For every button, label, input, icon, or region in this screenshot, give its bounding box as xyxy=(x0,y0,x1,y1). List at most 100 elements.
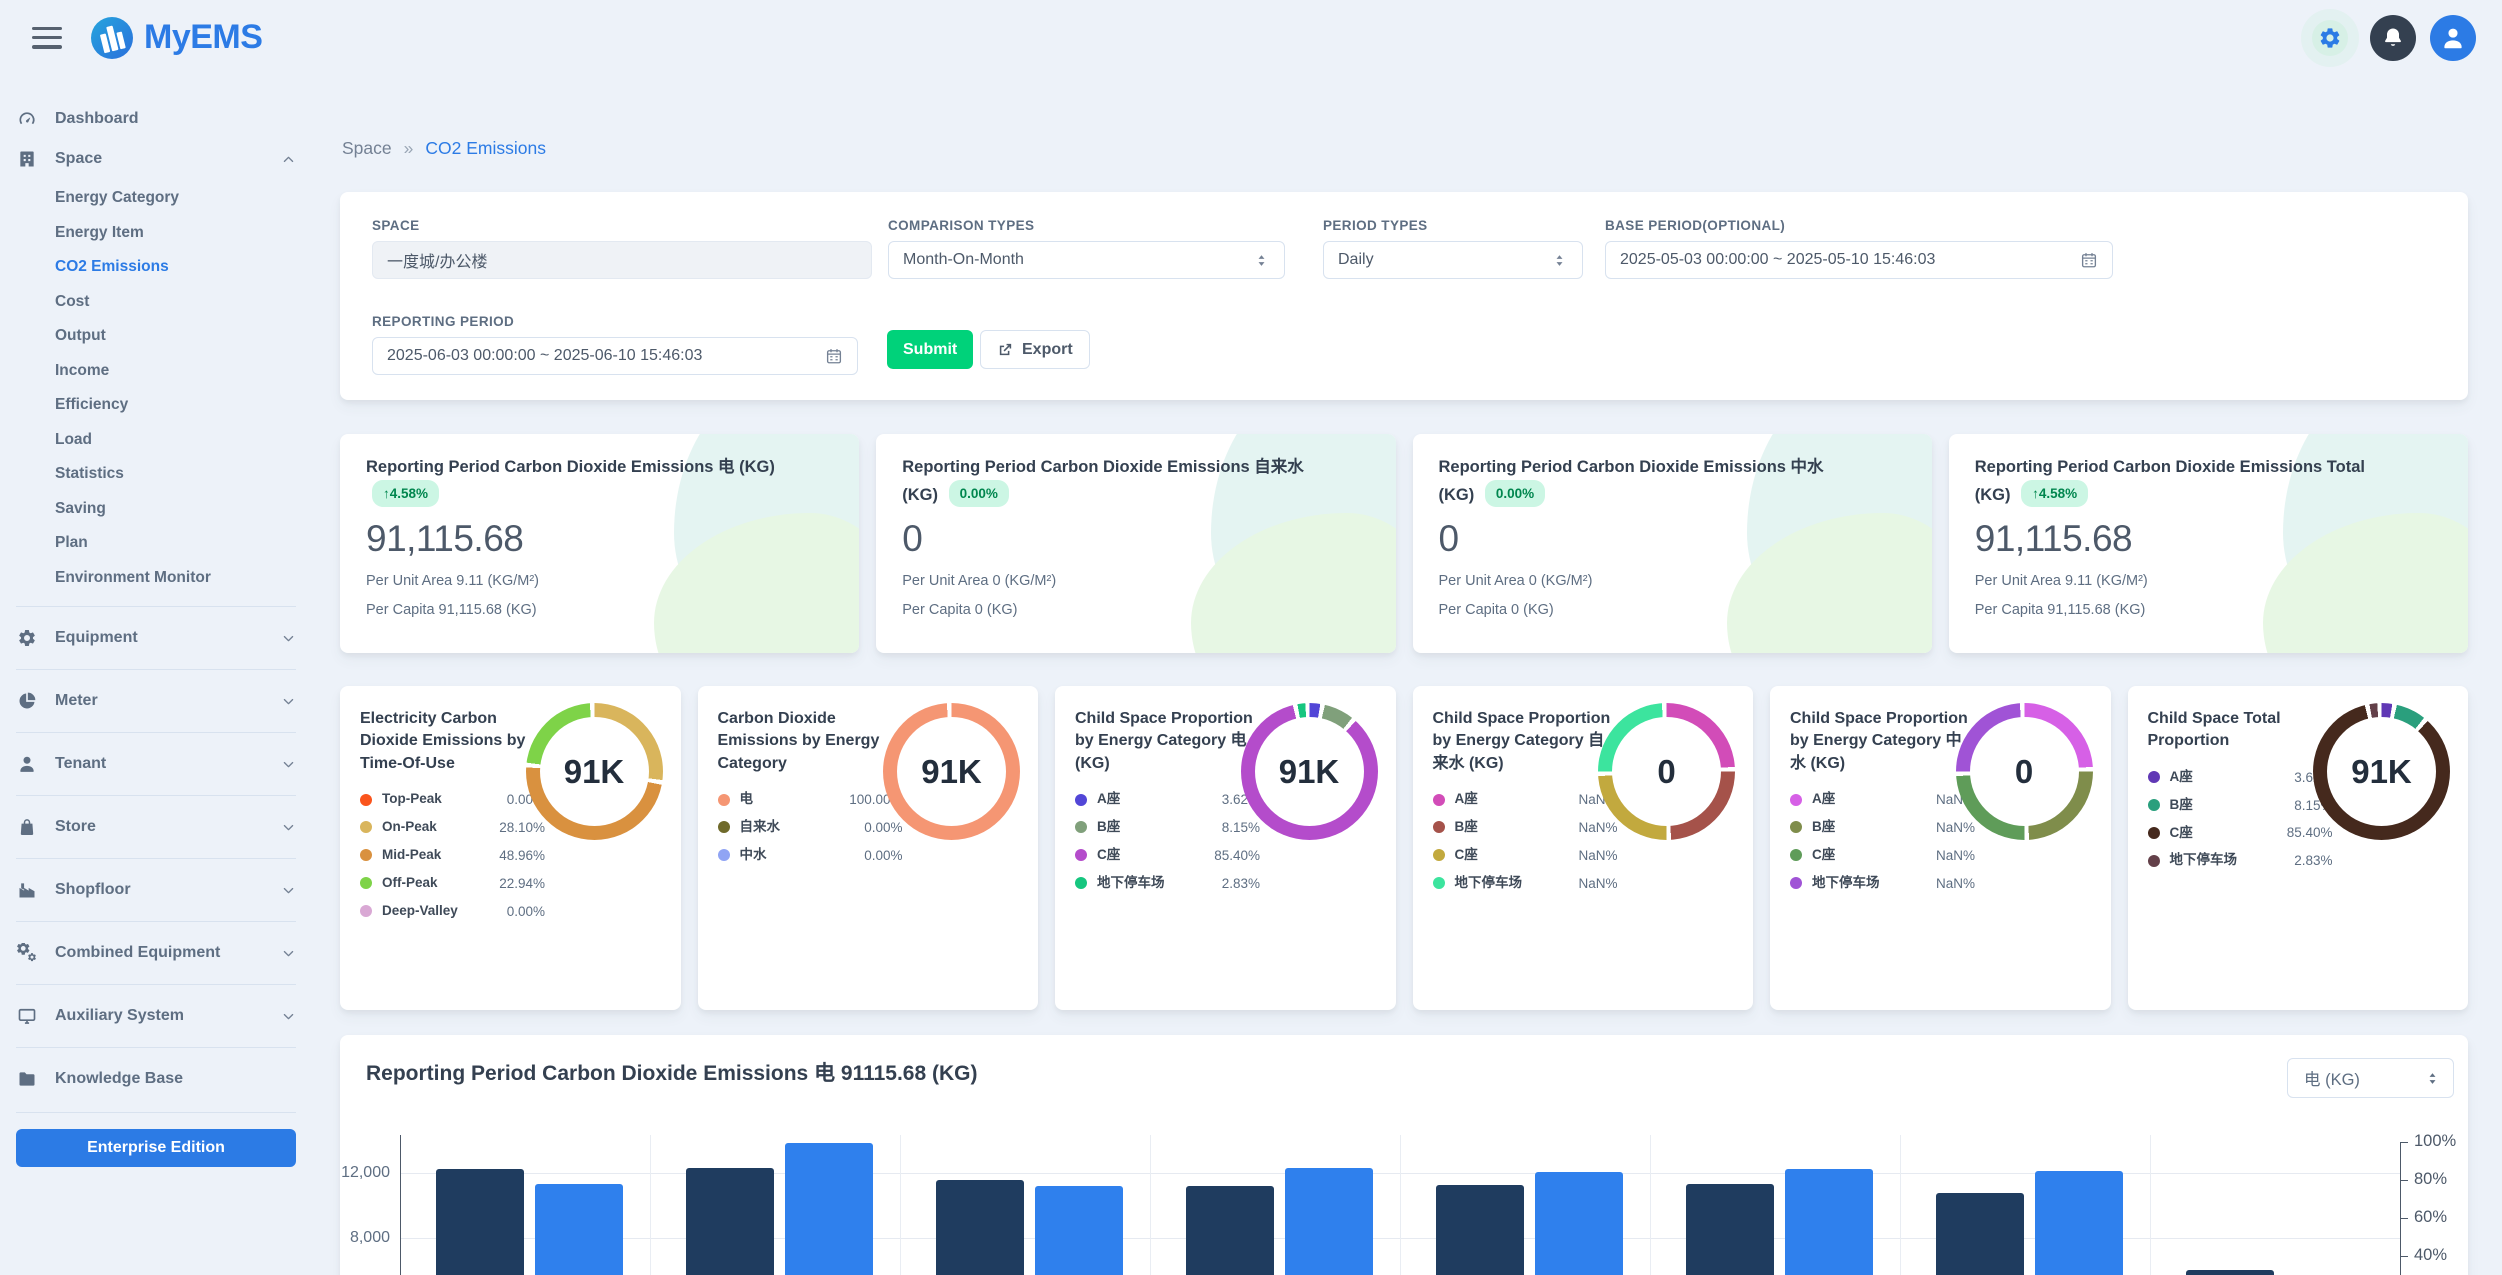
sidebar-item-saving[interactable]: Saving xyxy=(55,492,296,527)
calendar-icon xyxy=(2080,251,2098,269)
sidebar-item-energy-item[interactable]: Energy Item xyxy=(55,216,296,251)
notifications-bell-icon[interactable] xyxy=(2370,15,2416,61)
settings-gear-icon[interactable] xyxy=(2312,20,2348,56)
legend-item: C座85.40% xyxy=(2148,825,2333,842)
sidebar-item-shopfloor[interactable]: Shopfloor xyxy=(16,870,296,910)
base-period-label: BASE PERIOD(OPTIONAL) xyxy=(1605,218,2113,233)
donut-card-2: Carbon Dioxide Emissions by Energy Categ… xyxy=(698,686,1039,1010)
sidebar-item-label: Knowledge Base xyxy=(55,1070,183,1088)
sidebar-item-environment-monitor[interactable]: Environment Monitor xyxy=(55,561,296,596)
brand-logo[interactable]: MyEMS xyxy=(90,16,262,60)
sidebar-item-label: Space xyxy=(55,150,102,168)
sidebar-item-tenant[interactable]: Tenant xyxy=(16,744,296,784)
sidebar-section-combined-equipment: Combined Equipment xyxy=(16,921,296,973)
breadcrumb: Space » CO2 Emissions xyxy=(342,138,546,159)
sidebar-item-meter[interactable]: Meter xyxy=(16,681,296,721)
legend-label: C座 xyxy=(2170,825,2256,842)
reporting-period-input[interactable]: 2025-06-03 00:00:00 ~ 2025-06-10 15:46:0… xyxy=(372,337,858,375)
sidebar-item-output[interactable]: Output xyxy=(55,319,296,354)
bar-series-dark-navy xyxy=(936,1180,1024,1275)
sidebar-item-efficiency[interactable]: Efficiency xyxy=(55,388,296,423)
legend-item: C座85.40% xyxy=(1075,847,1260,864)
bar-group-1 xyxy=(400,1135,650,1275)
donut-ring: 0 xyxy=(1598,703,1735,840)
bar-series-dark-navy xyxy=(436,1169,524,1275)
legend-dot xyxy=(360,821,372,833)
legend-value: 22.94% xyxy=(499,876,545,891)
energy-unit-select[interactable]: 电 (KG) xyxy=(2287,1058,2454,1098)
sidebar-item-knowledge-base[interactable]: Knowledge Base xyxy=(16,1059,296,1099)
legend-dot xyxy=(718,821,730,833)
space-input[interactable]: 一度城/办公楼 xyxy=(372,241,872,279)
enterprise-section: Enterprise Edition xyxy=(16,1112,296,1167)
user-icon xyxy=(16,754,38,774)
legend-label: C座 xyxy=(1455,847,1541,864)
stat-card-4: Reporting Period Carbon Dioxide Emission… xyxy=(1949,434,2468,653)
hamburger-menu-icon[interactable] xyxy=(32,27,62,49)
stat-card-value: 91,115.68 xyxy=(1975,518,2442,560)
comparison-types-select[interactable]: Month-On-Month xyxy=(888,241,1285,279)
legend-label: Mid-Peak xyxy=(382,847,468,864)
folder-icon xyxy=(16,1069,38,1089)
legend-dot xyxy=(360,849,372,861)
sidebar-item-store[interactable]: Store xyxy=(16,807,296,847)
legend-item: A座NaN% xyxy=(1790,791,1975,808)
bar-series-dark-navy xyxy=(1686,1184,1774,1275)
legend-item: 地下停车场NaN% xyxy=(1433,875,1618,892)
bar-chart-plot: 12,0008,000100%80%60%40% xyxy=(400,1135,2400,1275)
sidebar-item-income[interactable]: Income xyxy=(55,354,296,389)
stat-card-title: Reporting Period Carbon Dioxide Emission… xyxy=(366,456,786,508)
breadcrumb-parent[interactable]: Space xyxy=(342,138,392,159)
sidebar-section-meter: Meter xyxy=(16,669,296,721)
stat-card-value: 91,115.68 xyxy=(366,518,833,560)
sidebar-item-label: Store xyxy=(55,818,96,836)
legend-label: A座 xyxy=(1455,791,1541,808)
per-unit-area-text: Per Unit Area 0 (KG/M²) xyxy=(902,573,1369,589)
user-avatar[interactable] xyxy=(2430,15,2476,61)
sidebar-item-co2-emissions[interactable]: CO2 Emissions xyxy=(55,250,296,285)
legend-dot xyxy=(1433,877,1445,889)
period-types-select[interactable]: Daily xyxy=(1323,241,1583,279)
legend-item: 地下停车场NaN% xyxy=(1790,875,1975,892)
export-button[interactable]: Export xyxy=(980,330,1090,369)
legend-dot xyxy=(2148,799,2160,811)
submit-button[interactable]: Submit xyxy=(887,330,973,369)
legend-label: 地下停车场 xyxy=(1812,875,1898,892)
sidebar-item-plan[interactable]: Plan xyxy=(55,526,296,561)
legend-item: B座8.15% xyxy=(1075,819,1260,836)
sidebar-item-cost[interactable]: Cost xyxy=(55,285,296,320)
right-axis-tick-label: 40% xyxy=(2414,1246,2484,1265)
legend-item: C座NaN% xyxy=(1790,847,1975,864)
sidebar-item-dashboard[interactable]: Dashboard xyxy=(16,99,296,139)
filter-panel: SPACE 一度城/办公楼 COMPARISON TYPES Month-On-… xyxy=(340,192,2468,400)
bar-series-layer xyxy=(400,1135,2400,1275)
bar-series-bright-blue xyxy=(535,1184,623,1275)
sidebar-section-store: Store xyxy=(16,795,296,847)
trend-badge: ↑4.58% xyxy=(2021,480,2088,508)
legend-label: C座 xyxy=(1097,847,1183,864)
enterprise-edition-button[interactable]: Enterprise Edition xyxy=(16,1129,296,1167)
legend-item: A座NaN% xyxy=(1433,791,1618,808)
base-period-input[interactable]: 2025-05-03 00:00:00 ~ 2025-05-10 15:46:0… xyxy=(1605,241,2113,279)
base-period-field: BASE PERIOD(OPTIONAL) 2025-05-03 00:00:0… xyxy=(1605,218,2113,279)
sidebar-item-auxiliary-system[interactable]: Auxiliary System xyxy=(16,996,296,1036)
legend-dot xyxy=(1075,794,1087,806)
legend-label: Deep-Valley xyxy=(382,903,468,920)
sidebar-item-combined-equipment[interactable]: Combined Equipment xyxy=(16,933,296,973)
brand-name: MyEMS xyxy=(144,18,262,57)
bar-group-3 xyxy=(900,1135,1150,1275)
monitor-icon xyxy=(16,1006,38,1026)
sidebar-item-equipment[interactable]: Equipment xyxy=(16,618,296,658)
sidebar-item-load[interactable]: Load xyxy=(55,423,296,458)
caret-updown-icon xyxy=(1253,252,1270,269)
legend-label: Off-Peak xyxy=(382,875,468,892)
per-unit-area-text: Per Unit Area 0 (KG/M²) xyxy=(1439,573,1906,589)
reporting-period-label: REPORTING PERIOD xyxy=(372,314,858,329)
y-axis-tick-label: 8,000 xyxy=(338,1229,390,1247)
sidebar-item-energy-category[interactable]: Energy Category xyxy=(55,181,296,216)
cog-icon xyxy=(16,628,38,648)
sidebar-item-space[interactable]: Space xyxy=(16,139,296,179)
donut-card-4: Child Space Proportion by Energy Categor… xyxy=(1413,686,1754,1010)
sidebar-item-statistics[interactable]: Statistics xyxy=(55,457,296,492)
legend-item: Mid-Peak48.96% xyxy=(360,847,545,864)
